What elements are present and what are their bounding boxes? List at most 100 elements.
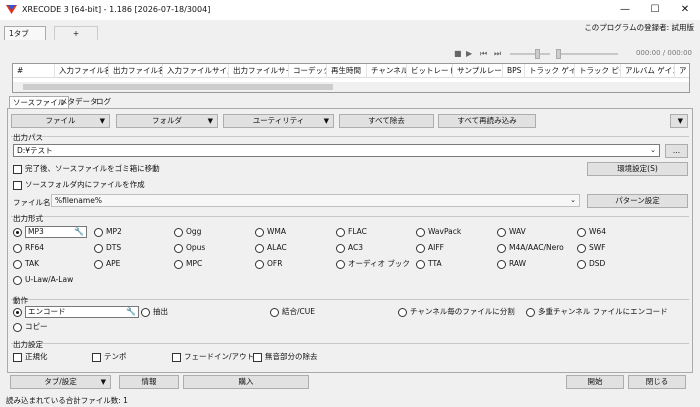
format-radio-dts[interactable]: DTS: [94, 242, 121, 253]
format-radio-tta[interactable]: TTA: [416, 258, 442, 269]
radio-circle[interactable]: [497, 243, 506, 253]
reload-all-button[interactable]: すべて再読み込み: [438, 114, 536, 128]
radio-circle[interactable]: [577, 243, 586, 253]
next-icon[interactable]: ⏭: [494, 49, 501, 59]
format-radio-alac[interactable]: ALAC: [255, 242, 287, 253]
radio-circle[interactable]: [255, 259, 264, 269]
format-radio-dsd[interactable]: DSD: [577, 258, 605, 269]
checkbox-box[interactable]: [253, 352, 262, 362]
format-radio-u-law-a-law[interactable]: U-Law/A-Law: [13, 274, 73, 285]
previous-icon[interactable]: ⏮: [480, 49, 487, 59]
folder-menu-button[interactable]: フォルダ ▼: [116, 114, 218, 128]
minimize-button[interactable]: —: [610, 0, 640, 20]
options-dropdown-button[interactable]: ▼: [670, 114, 688, 128]
radio-circle[interactable]: [497, 259, 506, 269]
format-radio-w64[interactable]: W64: [577, 226, 606, 237]
format-radio-mp2[interactable]: MP2: [94, 226, 122, 237]
radio-circle[interactable]: [13, 322, 22, 332]
format-radio-ogg[interactable]: Ogg: [174, 226, 201, 237]
column-header[interactable]: BPS: [503, 64, 525, 78]
column-header[interactable]: 出力ファイルサイズ: [229, 64, 289, 78]
format-radio-aiff[interactable]: AIFF: [416, 242, 444, 253]
radio-circle[interactable]: [13, 307, 22, 317]
action-split-radio[interactable]: チャンネル毎のファイルに分割: [398, 306, 515, 317]
pattern-settings-button[interactable]: パターン設定: [587, 194, 688, 208]
column-header[interactable]: 入力ファイルサイズ: [163, 64, 229, 78]
format-radio-m4a-aac-nero[interactable]: M4A/AAC/Nero: [497, 242, 564, 253]
radio-circle[interactable]: [336, 227, 345, 237]
column-header[interactable]: #: [13, 64, 55, 78]
volume-slider[interactable]: [510, 53, 550, 55]
radio-circle[interactable]: [416, 259, 425, 269]
stop-icon[interactable]: ■: [454, 49, 462, 58]
output-path-input[interactable]: D:¥テスト ⌄: [13, 144, 660, 157]
radio-circle[interactable]: [174, 243, 183, 253]
radio-circle[interactable]: [497, 227, 506, 237]
info-button[interactable]: 情報: [119, 375, 179, 389]
column-header[interactable]: ア: [675, 64, 689, 78]
close-button[interactable]: 閉じる: [628, 375, 686, 389]
action-copy-radio[interactable]: コピー: [13, 321, 48, 332]
radio-circle[interactable]: [13, 275, 22, 285]
format-radio-mp3[interactable]: MP3 🔧: [13, 226, 87, 238]
column-header[interactable]: 入力ファイル名: [55, 64, 109, 78]
close-window-button[interactable]: ✕: [670, 0, 700, 20]
remove-all-button[interactable]: すべて除去: [339, 114, 434, 128]
utility-menu-button[interactable]: ユーティリティ ▼: [223, 114, 334, 128]
encode-selector[interactable]: エンコード 🔧: [25, 306, 139, 318]
radio-circle[interactable]: [13, 243, 22, 253]
radio-circle[interactable]: [174, 259, 183, 269]
column-header[interactable]: ビットレート: [407, 64, 453, 78]
normalize-checkbox[interactable]: 正規化: [13, 351, 48, 362]
radio-circle[interactable]: [398, 307, 407, 317]
column-header[interactable]: 再生時間: [327, 64, 367, 78]
radio-circle[interactable]: [526, 307, 535, 317]
move-to-trash-checkbox[interactable]: 完了後、ソースファイルをゴミ箱に移動: [13, 163, 160, 174]
radio-circle[interactable]: [577, 227, 586, 237]
tab-settings-button[interactable]: タブ/設定 ▼: [10, 375, 111, 389]
remove-silence-checkbox[interactable]: 無音部分の除去: [253, 351, 318, 362]
checkbox-box[interactable]: [13, 180, 22, 190]
format-radio-ape[interactable]: APE: [94, 258, 120, 269]
radio-circle[interactable]: [255, 243, 264, 253]
column-header[interactable]: アルバム ゲイン: [621, 64, 675, 78]
format-radio-tak[interactable]: TAK: [13, 258, 39, 269]
seek-thumb[interactable]: [556, 49, 561, 59]
checkbox-box[interactable]: [13, 352, 22, 362]
format-radio-rf64[interactable]: RF64: [13, 242, 44, 253]
environment-settings-button[interactable]: 環境設定(S): [587, 162, 688, 176]
action-join-radio[interactable]: 結合/CUE: [270, 306, 315, 317]
maximize-button[interactable]: ☐: [640, 0, 670, 20]
radio-circle[interactable]: [94, 259, 103, 269]
format-radio-raw[interactable]: RAW: [497, 258, 526, 269]
format-radio-mpc[interactable]: MPC: [174, 258, 202, 269]
action-encode-radio[interactable]: エンコード 🔧: [13, 306, 139, 318]
radio-circle[interactable]: [577, 259, 586, 269]
radio-circle[interactable]: [336, 259, 345, 269]
fade-checkbox[interactable]: フェードイン/アウト: [172, 351, 254, 362]
seek-slider[interactable]: [556, 53, 618, 55]
checkbox-box[interactable]: [13, 164, 22, 174]
play-icon[interactable]: ▶: [466, 49, 472, 58]
column-header[interactable]: コーデック: [289, 64, 327, 78]
browse-button[interactable]: ...: [665, 144, 688, 158]
radio-circle[interactable]: [174, 227, 183, 237]
radio-circle[interactable]: [255, 227, 264, 237]
format-radio-wma[interactable]: WMA: [255, 226, 286, 237]
filename-pattern-combo[interactable]: %filename% ⌄: [51, 194, 580, 207]
radio-circle[interactable]: [94, 243, 103, 253]
action-extract-radio[interactable]: 抽出: [141, 306, 168, 317]
wrench-icon[interactable]: 🔧: [74, 227, 84, 237]
radio-circle[interactable]: [94, 227, 103, 237]
format-radio-flac[interactable]: FLAC: [336, 226, 367, 237]
checkbox-box[interactable]: [92, 352, 101, 362]
tab-1[interactable]: 1タブ: [4, 26, 46, 40]
horizontal-scrollbar[interactable]: [13, 82, 689, 92]
radio-circle[interactable]: [416, 243, 425, 253]
radio-circle[interactable]: [13, 259, 22, 269]
format-radio--[interactable]: オーディオ ブック: [336, 258, 410, 269]
format-radio-wavpack[interactable]: WavPack: [416, 226, 461, 237]
radio-circle[interactable]: [141, 307, 150, 317]
add-tab-button[interactable]: +: [54, 26, 98, 40]
column-header[interactable]: 出力ファイル名: [109, 64, 163, 78]
